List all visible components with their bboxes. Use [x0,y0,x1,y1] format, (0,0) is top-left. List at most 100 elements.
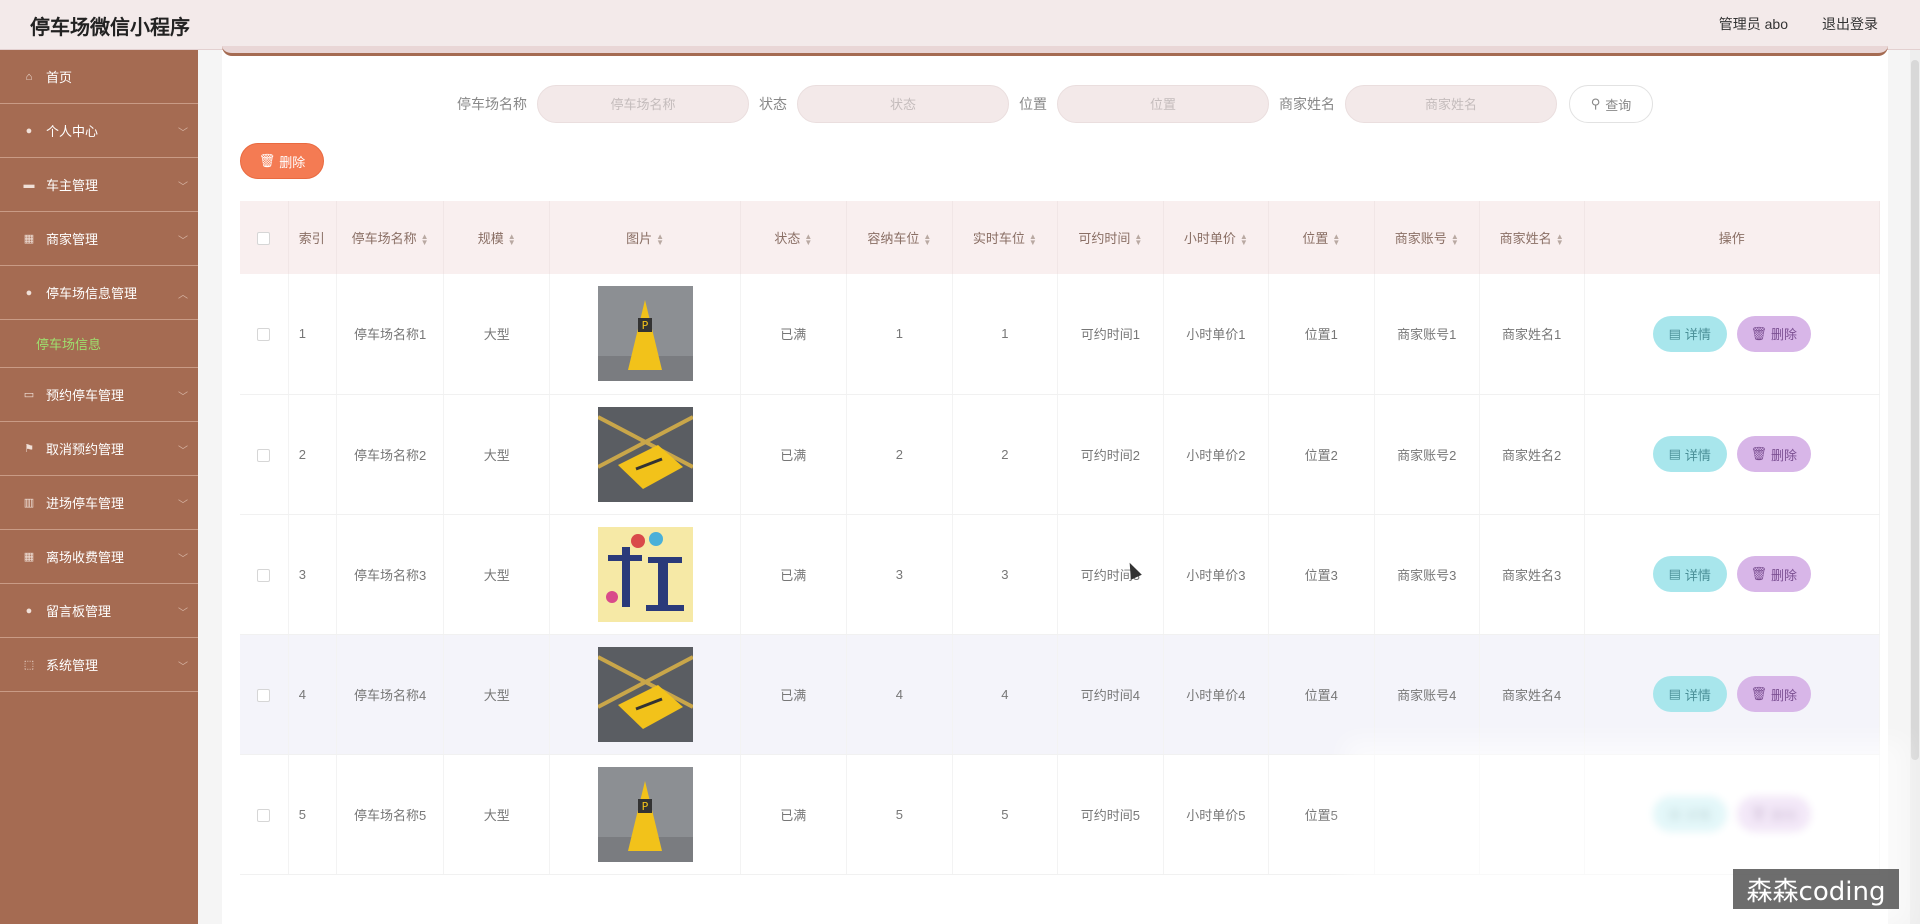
cell-time: 可约时间4 [1057,634,1164,755]
cell-name: 停车场名称1 [336,274,445,395]
column-header-9[interactable]: 位置 ▲ ▼ [1268,201,1375,274]
sort-icon[interactable]: ▲ ▼ [804,232,812,246]
sidebar-item-2[interactable]: ▬ 车主管理 ﹀ [0,158,198,212]
detail-label: 详情 [1684,687,1711,703]
cell-name: 停车场名称2 [336,394,445,515]
cell-text: 1 [1001,326,1009,342]
cell-text: 2 [895,446,903,462]
search-input-location[interactable] [1057,85,1269,123]
sidebar-item-9[interactable]: ● 留言板管理 ﹀ [0,584,198,638]
sidebar-item-4[interactable]: ● 停车场信息管理 ︿ [0,266,198,320]
row-actions: ▤详情🗑删除 [1585,556,1879,592]
sidebar-item-6[interactable]: ⚑ 取消预约管理 ﹀ [0,422,198,476]
chevron-down-icon: ﹀ [178,128,188,139]
column-header-8[interactable]: 小时单价 ▲ ▼ [1163,201,1269,274]
sort-icon[interactable]: ▲ ▼ [1240,232,1248,246]
detail-button[interactable]: ▤详情 [1652,436,1727,472]
column-header-5[interactable]: 容纳车位 ▲ ▼ [846,201,953,274]
cell-image [549,514,741,635]
table-row: 4 停车场名称4 大型 已满 4 4 可约时间4 小时单价4 位置4 商家账号4 商家姓名4 ▤ 详情 🗑… [240,634,1881,755]
column-header-6[interactable]: 实时车位 ▲ ▼ [952,201,1058,274]
cell-index: 3 [288,514,337,635]
row-select-cell [240,514,289,635]
sort-icon[interactable]: ▲ ▼ [656,232,664,246]
flag-icon: ⚑ [24,443,34,455]
cell-merchant: 商家姓名1 [1479,274,1585,395]
delete-button[interactable]: 🗑删除 [1736,315,1811,352]
trash-icon: 🗑 [1750,325,1768,341]
cell-text: 可约时间4 [1080,687,1140,703]
detail-button[interactable]: ▤详情 [1652,676,1727,712]
cell-account: 商家账号4 [1374,634,1480,755]
sort-icon[interactable]: ▲ ▼ [508,232,516,246]
cell-text: 大型 [483,807,510,823]
row-checkbox[interactable] [257,328,271,342]
parking-image[interactable]: P [597,766,693,862]
row-select-cell [240,634,289,755]
column-header-10[interactable]: 商家账号 ▲ ▼ [1374,201,1480,274]
detail-button[interactable]: ▤详情 [1652,315,1727,352]
search-input-merchant[interactable] [1345,85,1557,123]
sidebar-item-8[interactable]: ▦ 离场收费管理 ﹀ [0,530,198,584]
search-input-status[interactable] [797,85,1009,123]
row-checkbox[interactable] [257,448,271,462]
scrollbar[interactable] [1910,50,1920,924]
sidebar-subitem-active[interactable]: 停车场信息 [0,320,198,368]
sort-icon[interactable]: ▲ ▼ [1451,232,1459,246]
detail-button[interactable]: ▤详情 [1652,556,1727,592]
sidebar-item-1[interactable]: ● 个人中心 ﹀ [0,104,198,158]
search-button[interactable]: ⚲ 查询 [1569,85,1653,123]
parking-image[interactable] [597,646,693,742]
cell-text: 位置3 [1304,567,1338,583]
cell-actions: ▤详情🗑删除 [1584,274,1881,395]
sidebar-item-0[interactable]: ⌂ 首页 [0,50,198,104]
chevron-down-icon: ︿ [178,290,188,301]
batch-delete-button[interactable]: 🗑 删除 [240,143,324,179]
sort-icon[interactable]: ▲ ▼ [923,232,931,246]
cell-text: 大型 [483,687,510,703]
cell-realtime: 5 [952,754,1058,875]
row-checkbox[interactable] [257,568,271,582]
chevron-down-icon: ﹀ [178,662,188,673]
sidebar-item-10[interactable]: ⬚ 系统管理 ﹀ [0,638,198,692]
scrollbar-thumb[interactable] [1911,60,1919,760]
delete-button[interactable]: 🗑删除 [1736,676,1811,712]
delete-button[interactable]: 🗑删除 [1736,436,1811,472]
logout-link[interactable]: 退出登录 [1822,14,1878,34]
row-checkbox[interactable] [257,688,271,702]
search-input-name[interactable] [537,85,749,123]
cell-text: 位置5 [1304,807,1338,823]
sort-icon[interactable]: ▲ ▼ [1556,232,1564,246]
sidebar-item-7[interactable]: ▥ 进场停车管理 ﹀ [0,476,198,530]
delete-button[interactable]: 🗑删除 [1736,556,1811,592]
parking-image[interactable]: P [597,286,693,382]
column-header-7[interactable]: 可约时间 ▲ ▼ [1057,201,1164,274]
cell-text: 可约时间1 [1080,327,1140,343]
column-header-11[interactable]: 商家姓名 ▲ ▼ [1479,201,1585,274]
parking-image[interactable] [597,406,693,502]
column-header-4[interactable]: 状态 ▲ ▼ [740,201,847,274]
column-header-2[interactable]: 规模 ▲ ▼ [443,201,551,274]
cell-price: 小时单价5 [1163,754,1269,875]
cell-status: 已满 [740,394,847,515]
cell-price: 小时单价2 [1163,394,1269,515]
cell-realtime: 4 [952,634,1058,755]
sidebar-item-3[interactable]: ▦ 商家管理 ﹀ [0,212,198,266]
row-checkbox[interactable] [257,808,271,822]
sort-icon[interactable]: ▲ ▼ [421,232,429,246]
sort-icon[interactable]: ▲ ▼ [1029,232,1037,246]
user-icon: ● [25,286,33,299]
sort-icon[interactable]: ▲ ▼ [1332,232,1340,246]
cell-text: 已满 [780,567,807,583]
cell-price: 小时单价3 [1163,514,1269,635]
parking-image[interactable] [597,526,693,622]
column-header-1[interactable]: 停车场名称 ▲ ▼ [336,201,445,274]
select-all-checkbox[interactable] [257,232,271,246]
column-header-3[interactable]: 图片 ▲ ▼ [549,201,741,274]
chevron-down-icon: ﹀ [178,182,188,193]
cell-text: 3 [298,566,306,582]
sidebar-item-5[interactable]: ▭ 预约停车管理 ﹀ [0,368,198,422]
cell-text: 可约时间2 [1080,447,1140,463]
sort-icon[interactable]: ▲ ▼ [1134,232,1142,246]
cell-text: 5 [1001,806,1009,822]
